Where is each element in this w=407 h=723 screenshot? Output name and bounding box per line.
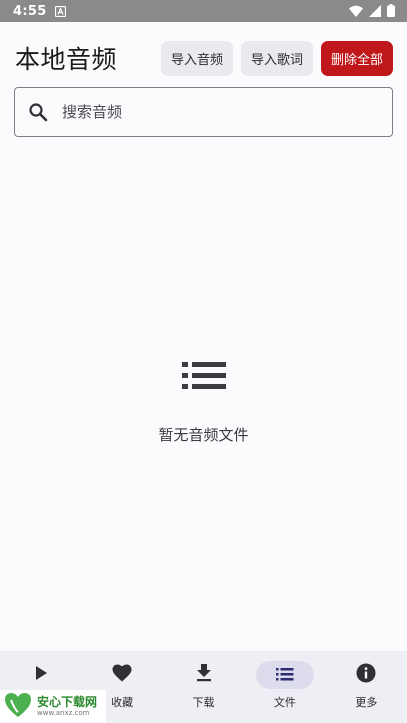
status-right xyxy=(349,2,395,21)
watermark-logo-icon xyxy=(3,690,33,723)
watermark: 安心下载网 www.anxz.com xyxy=(0,690,106,723)
header: 本地音频 导入音频 导入歌词 删除全部 xyxy=(0,40,407,76)
import-audio-button[interactable]: 导入音频 xyxy=(160,40,233,76)
battery-icon xyxy=(387,2,395,21)
nav-pill xyxy=(12,661,70,689)
screen: 4:55 本地音频 导入音频 导入歌词 删除全部 搜索音频 暂无音频文件 收藏 … xyxy=(0,0,407,723)
search-input[interactable] xyxy=(62,103,362,121)
info-icon xyxy=(356,663,376,687)
empty-state: 暂无音频文件 xyxy=(0,360,407,445)
heart-icon xyxy=(112,664,132,686)
watermark-url: www.anxz.com xyxy=(37,709,90,717)
notification-a-icon xyxy=(54,2,66,21)
nav-pill-active xyxy=(255,661,314,689)
status-time: 4:55 xyxy=(13,3,47,19)
nav-label: 收藏 xyxy=(111,696,134,709)
list-icon xyxy=(180,360,228,396)
status-left: 4:55 xyxy=(13,2,66,21)
page-title: 本地音频 xyxy=(15,45,118,74)
nav-item-files[interactable]: 文件 xyxy=(244,651,325,723)
nav-item-download[interactable]: 下载 xyxy=(163,651,244,723)
nav-item-more[interactable]: 更多 xyxy=(326,651,407,723)
download-icon xyxy=(196,664,212,686)
wifi-icon xyxy=(349,2,363,21)
search-box[interactable] xyxy=(14,87,393,137)
delete-all-button[interactable]: 删除全部 xyxy=(320,40,393,76)
nav-pill xyxy=(175,661,233,689)
watermark-text: 安心下载网 www.anxz.com xyxy=(37,696,97,717)
status-bar: 4:55 xyxy=(0,0,407,22)
play-icon xyxy=(34,665,48,685)
watermark-brand: 安心下载网 xyxy=(37,695,98,709)
nav-label: 下载 xyxy=(192,696,215,709)
search-icon xyxy=(26,100,50,124)
nav-pill xyxy=(337,661,395,689)
list-icon xyxy=(275,666,294,685)
nav-pill xyxy=(93,661,151,689)
empty-message: 暂无音频文件 xyxy=(158,426,249,444)
import-lyrics-button[interactable]: 导入歌词 xyxy=(240,40,313,76)
nav-label: 文件 xyxy=(273,696,296,709)
signal-icon xyxy=(369,2,381,21)
nav-label: 更多 xyxy=(355,696,378,709)
